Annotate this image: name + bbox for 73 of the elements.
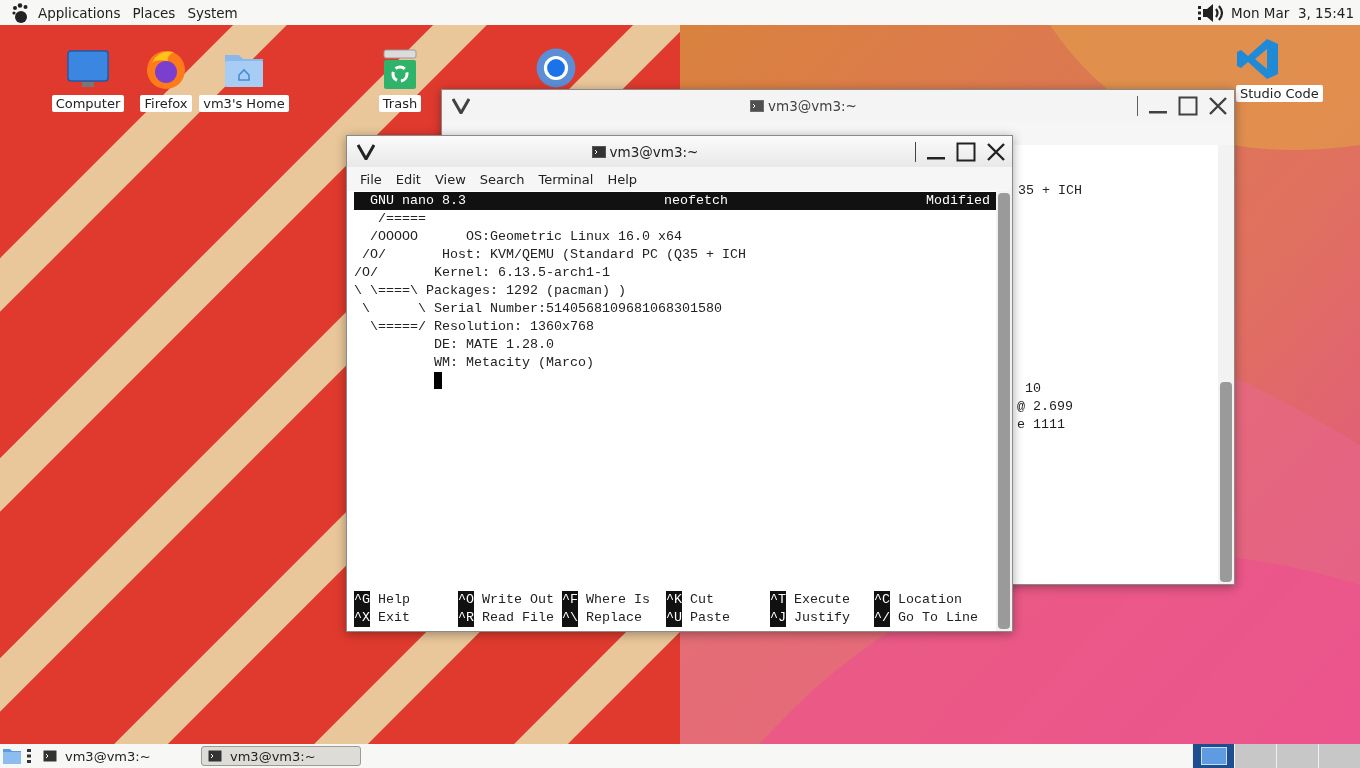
ring-icon[interactable] xyxy=(535,47,577,89)
taskbar-button[interactable]: vm3@vm3:~ xyxy=(36,746,196,766)
shortcut-label: Read File xyxy=(481,609,554,627)
icon-label[interactable]: Studio Code xyxy=(1236,85,1323,102)
shortcut-key: ^F xyxy=(562,591,578,609)
text-line: /O/ Kernel: 6.13.5-arch1-1 xyxy=(354,264,611,282)
text-line: \ \====\ Packages: 1292 (pacman) ) xyxy=(354,282,627,300)
text-line: WM: Metacity (Marco) xyxy=(432,354,595,372)
terminal-text: @ 2.699 xyxy=(1017,398,1073,416)
menu-item[interactable]: Terminal xyxy=(531,171,601,187)
terminal-text: e 1111 xyxy=(1017,416,1065,434)
show-desktop-icon[interactable] xyxy=(2,746,22,766)
text-line: DE: MATE 1.28.0 xyxy=(432,336,555,354)
menu-item[interactable]: Search xyxy=(472,171,532,187)
foot-icon[interactable] xyxy=(10,1,30,24)
window-menu-icon[interactable] xyxy=(357,143,375,160)
shortcut-key: ^G xyxy=(354,591,370,609)
maximize-icon[interactable] xyxy=(956,141,976,162)
icon-label[interactable]: Computer xyxy=(51,95,125,112)
file-status: Modified xyxy=(926,192,990,210)
shortcut-label: Execute xyxy=(793,591,850,609)
terminal-text: 10 xyxy=(1025,380,1041,398)
menu-item[interactable]: View xyxy=(427,171,473,187)
shortcut-label: Go To Line xyxy=(897,609,978,627)
text-line: \=====/ Resolution: 1360x768 xyxy=(369,318,595,336)
terminal-icon xyxy=(750,99,765,112)
file-name: neofetch xyxy=(664,192,728,210)
shortcut-key: ^O xyxy=(458,591,474,609)
shortcut-label: Location xyxy=(897,591,962,609)
shortcut-label: Cut xyxy=(689,591,714,609)
clock[interactable]: Mon Mar 3, 15:41 xyxy=(1231,4,1354,21)
terminal-icon xyxy=(43,750,57,762)
shortcut-key: ^\ xyxy=(562,609,578,627)
menu-item[interactable]: Help xyxy=(600,171,645,187)
icon-label[interactable]: vm3's Home xyxy=(199,95,289,112)
menu-item[interactable]: File xyxy=(353,171,389,187)
text-line: /===== xyxy=(377,210,427,228)
panel-menu[interactable]: Places xyxy=(128,4,184,21)
shortcut-key: ^U xyxy=(666,609,682,627)
shortcut-key: ^R xyxy=(458,609,474,627)
workspace-button[interactable] xyxy=(1192,744,1234,768)
shortcut-key: ^X xyxy=(354,609,370,627)
editor-version: GNU nano 8.3 xyxy=(370,192,466,210)
icon-label[interactable]: Firefox xyxy=(140,95,192,112)
text-line: /O/ Host: KVM/QEMU (Standard PC (Q35 + ICH xyxy=(361,246,747,264)
taskbar-button[interactable]: vm3@vm3:~ xyxy=(201,746,361,766)
terminal-text: 35 + ICH xyxy=(1018,182,1082,200)
text-line: \ \ Serial Number:5140568109681068301580 xyxy=(361,300,723,318)
shortcut-label: Paste xyxy=(689,609,730,627)
shortcut-label: Help xyxy=(377,591,410,609)
terminal-icon xyxy=(208,750,222,762)
shortcut-label: Exit xyxy=(377,609,410,627)
shortcut-label: Write Out xyxy=(481,591,554,609)
shortcut-key: ^/ xyxy=(874,609,890,627)
shortcut-key: ^C xyxy=(874,591,890,609)
icon-label[interactable]: Trash xyxy=(378,95,422,112)
shortcut-key: ^K xyxy=(666,591,682,609)
terminal-icon xyxy=(591,145,606,158)
window-title: vm3@vm3:~ xyxy=(768,97,857,114)
menu-item[interactable]: Edit xyxy=(388,171,428,187)
shortcut-label: Where Is xyxy=(585,591,650,609)
panel-menu[interactable]: Applications xyxy=(34,4,129,21)
text-cursor xyxy=(434,372,442,389)
text-line: /OOOOO OS:Geometric Linux 16.0 x64 xyxy=(369,228,683,246)
panel-menu[interactable]: System xyxy=(183,4,246,21)
drag-handle-icon[interactable] xyxy=(27,748,31,764)
shortcut-label: Replace xyxy=(585,609,642,627)
shortcut-key: ^J xyxy=(770,609,786,627)
window-title: vm3@vm3:~ xyxy=(609,143,699,160)
shortcut-key: ^T xyxy=(770,591,786,609)
shortcut-label: Justify xyxy=(793,609,850,627)
close-icon[interactable] xyxy=(986,141,1006,162)
scrollbar[interactable] xyxy=(996,191,1012,631)
